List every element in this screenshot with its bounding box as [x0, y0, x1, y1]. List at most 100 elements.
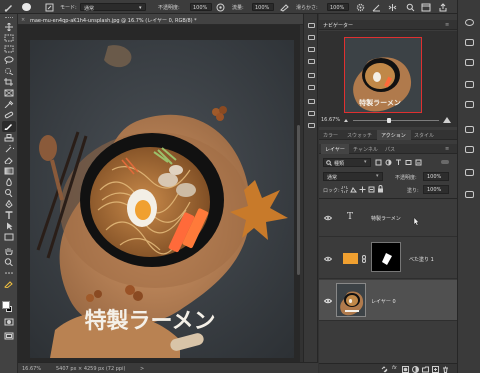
brush-tool-icon-active[interactable] — [4, 122, 14, 130]
opacity-field[interactable]: 100% — [190, 3, 212, 11]
zoom-tool-icon[interactable] — [4, 258, 14, 266]
layer-image-thumbnail[interactable] — [336, 283, 366, 317]
lock-image-icon[interactable] — [350, 186, 357, 193]
channels-icon[interactable] — [464, 168, 475, 177]
artboard-tool-icon[interactable] — [4, 34, 14, 42]
navigator-zoom-value[interactable]: 16.67% — [321, 117, 340, 123]
mode-dropdown[interactable]: 通常 ▾ — [80, 3, 146, 12]
adjustment-layer-icon[interactable] — [412, 366, 419, 373]
adjustments-icon[interactable] — [307, 46, 316, 53]
spot-healing-tool-icon[interactable] — [4, 111, 14, 119]
zoom-in-icon[interactable] — [442, 116, 452, 124]
learn-icon[interactable] — [464, 18, 475, 27]
tab-layers[interactable]: レイヤー — [325, 146, 345, 153]
cloud-documents-icon[interactable] — [464, 38, 475, 47]
gradient-tool-icon[interactable] — [4, 167, 14, 175]
marquee-tool-icon[interactable] — [4, 45, 14, 53]
lock-transparent-icon[interactable] — [341, 186, 348, 193]
move-tool-icon[interactable] — [4, 23, 14, 31]
tab-channels[interactable]: チャンネル — [353, 146, 378, 153]
foreground-color-swatch[interactable] — [2, 301, 10, 309]
pressure-opacity-icon[interactable] — [216, 3, 225, 12]
flow-field[interactable]: 100% — [252, 3, 274, 11]
comments-icon[interactable] — [464, 100, 475, 109]
tab-color[interactable]: カラー — [323, 132, 338, 139]
clone-source-icon[interactable] — [307, 110, 316, 117]
layer-name[interactable]: レイヤー 0 — [371, 298, 396, 305]
character-icon[interactable] — [307, 84, 316, 91]
workspace-icon[interactable] — [421, 3, 431, 12]
lock-all-icon[interactable] — [377, 185, 384, 193]
brush-preset-picker[interactable] — [22, 3, 31, 11]
clone-stamp-tool-icon[interactable] — [4, 134, 14, 142]
tab-paths[interactable]: パス — [385, 146, 395, 153]
tab-swatches[interactable]: スウォッチ — [347, 132, 372, 139]
paint-icon[interactable] — [464, 125, 475, 134]
pen-tool-icon[interactable] — [4, 200, 14, 208]
plugins-icon[interactable] — [464, 80, 475, 89]
layer-style-fx-icon[interactable]: fx — [392, 365, 397, 371]
screen-mode-icon[interactable] — [4, 332, 14, 340]
symmetry-icon[interactable] — [388, 3, 397, 12]
document-canvas[interactable]: 特製ラーメン — [30, 40, 294, 358]
airbrush-icon[interactable] — [280, 3, 289, 12]
paragraph-icon[interactable] — [307, 72, 316, 79]
share-icon[interactable] — [438, 3, 448, 12]
rectangle-tool-icon[interactable] — [4, 233, 14, 241]
discover-icon[interactable] — [464, 58, 475, 67]
status-zoom[interactable]: 16.67% — [22, 366, 41, 372]
new-layer-icon[interactable] — [432, 366, 439, 373]
filter-smart-object-icon[interactable] — [415, 159, 422, 166]
link-chain-icon[interactable] — [361, 255, 367, 263]
add-mask-icon[interactable] — [402, 366, 409, 373]
blend-mode-dropdown[interactable]: 通常 ▾ — [323, 172, 383, 181]
lock-position-icon[interactable] — [359, 186, 366, 193]
search-icon[interactable] — [406, 3, 415, 12]
close-tab-icon[interactable]: × — [21, 17, 25, 23]
layers-menu-icon[interactable]: ≡ — [445, 146, 449, 152]
lock-artboard-icon[interactable] — [368, 186, 375, 193]
layer-row-fill[interactable]: べた塗り 1 — [319, 238, 457, 279]
frame-tool-icon[interactable] — [4, 89, 14, 97]
filter-type-icon[interactable] — [395, 159, 402, 166]
navigator-thumbnail[interactable]: 特製ラーメン — [344, 37, 422, 113]
filter-shape-icon[interactable] — [405, 159, 412, 166]
panel-menu-icon[interactable]: ≡ — [445, 22, 449, 28]
brush-tool-icon[interactable] — [4, 2, 14, 12]
toolbar-grip[interactable] — [5, 17, 13, 19]
styles-icon[interactable] — [464, 145, 475, 154]
history-brush-tool-icon[interactable] — [4, 145, 14, 153]
brushes-icon[interactable] — [307, 98, 316, 105]
tab-styles[interactable]: スタイル — [414, 132, 434, 139]
zoom-out-icon[interactable] — [343, 117, 351, 123]
brush-settings-icon[interactable] — [45, 3, 54, 12]
glyphs-icon[interactable] — [307, 122, 316, 129]
visibility-eye-icon[interactable] — [324, 298, 332, 304]
visibility-eye-icon[interactable] — [324, 215, 332, 221]
filter-toggle[interactable] — [441, 160, 449, 164]
blur-tool-icon[interactable] — [4, 178, 14, 186]
trash-icon[interactable] — [442, 366, 449, 373]
quick-mask-icon[interactable] — [4, 318, 14, 326]
document-tab[interactable]: × mae-mu-en4qp-aK1h4-unsplash.jpg @ 16.7… — [18, 14, 318, 25]
navigator-zoom-slider[interactable] — [353, 117, 439, 123]
layer-row-image-selected[interactable]: レイヤー 0 — [319, 280, 457, 321]
history-icon[interactable] — [307, 22, 316, 29]
tab-actions[interactable]: アクション — [381, 132, 406, 139]
new-group-icon[interactable] — [422, 366, 429, 373]
status-arrow-icon[interactable]: > — [140, 366, 144, 372]
fill-color-thumbnail[interactable] — [343, 253, 358, 264]
layer-name[interactable]: 特製ラーメン — [371, 215, 401, 222]
dodge-tool-icon[interactable] — [4, 189, 14, 197]
layer-mask-thumbnail[interactable] — [371, 242, 401, 272]
layer-fill-field[interactable]: 100% — [423, 185, 449, 194]
navigator-view-frame[interactable] — [344, 37, 422, 113]
smoothing-field[interactable]: 100% — [327, 3, 349, 11]
crop-tool-icon[interactable] — [4, 78, 14, 86]
hand-tool-icon[interactable] — [4, 247, 14, 255]
angle-icon[interactable] — [372, 3, 381, 12]
more-tools-icon[interactable] — [4, 269, 14, 277]
edit-toolbar-icon[interactable] — [4, 280, 14, 288]
type-tool-icon[interactable] — [4, 211, 14, 219]
filter-adjustment-icon[interactable] — [385, 159, 392, 166]
